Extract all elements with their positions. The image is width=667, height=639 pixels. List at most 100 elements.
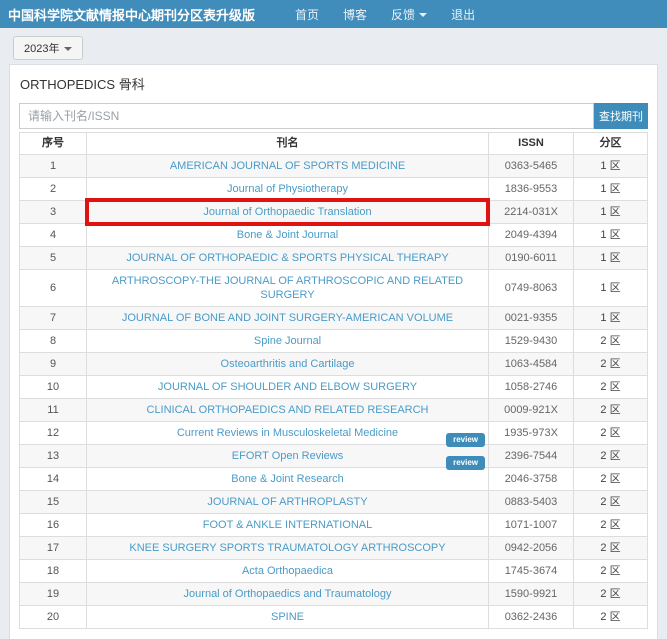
row-index: 16 bbox=[20, 514, 87, 537]
issn-cell: 1071-1007 bbox=[489, 514, 574, 537]
zone-cell: 2 区 bbox=[574, 606, 648, 629]
issn-cell: 1529-9430 bbox=[489, 330, 574, 353]
issn-cell: 0942-2056 bbox=[489, 537, 574, 560]
table-header-row: 序号 刊名 ISSN 分区 bbox=[20, 133, 648, 155]
zone-cell: 1 区 bbox=[574, 224, 648, 247]
chevron-down-icon bbox=[419, 13, 427, 17]
row-index: 4 bbox=[20, 224, 87, 247]
zone-cell: 2 区 bbox=[574, 583, 648, 606]
journal-name-cell: KNEE SURGERY SPORTS TRAUMATOLOGY ARTHROS… bbox=[87, 537, 489, 560]
journal-link[interactable]: Acta Orthopaedica bbox=[242, 565, 333, 577]
table-row: 4 Bone & Joint Journal 2049-43941 区 bbox=[20, 224, 648, 247]
search-input[interactable] bbox=[19, 103, 594, 129]
table-row: 16 FOOT & ANKLE INTERNATIONAL 1071-10072 区 bbox=[20, 514, 648, 537]
row-index: 20 bbox=[20, 606, 87, 629]
table-row: 13EFORT Open Reviewsreview2396-75442 区 bbox=[20, 445, 648, 468]
site-brand: 中国科学院文献情报中心期刊分区表升级版 bbox=[8, 5, 255, 24]
journal-table-body: 1 AMERICAN JOURNAL OF SPORTS MEDICINE 0363… bbox=[20, 155, 648, 629]
journal-name-cell: Acta Orthopaedica bbox=[87, 560, 489, 583]
issn-cell: 2049-4394 bbox=[489, 224, 574, 247]
issn-cell: 0190-6011 bbox=[489, 247, 574, 270]
row-index: 13 bbox=[20, 445, 87, 468]
zone-cell: 2 区 bbox=[574, 468, 648, 491]
journal-name-cell: Journal of Physiotherapy bbox=[87, 178, 489, 201]
nav-item-blog-label: 博客 bbox=[343, 8, 367, 22]
search-button[interactable]: 查找期刊 bbox=[594, 103, 648, 129]
journal-link[interactable]: JOURNAL OF ARTHROPLASTY bbox=[207, 496, 367, 508]
page-title: ORTHOPEDICS 骨科 bbox=[10, 65, 657, 100]
journal-link[interactable]: JOURNAL OF SHOULDER AND ELBOW SURGERY bbox=[158, 381, 417, 393]
zone-cell: 2 区 bbox=[574, 422, 648, 445]
row-index: 14 bbox=[20, 468, 87, 491]
journal-link[interactable]: SPINE bbox=[271, 611, 304, 623]
table-row: 15JOURNAL OF ARTHROPLASTY0883-54032 区 bbox=[20, 491, 648, 514]
journal-link[interactable]: Bone & Joint Journal bbox=[237, 229, 339, 241]
zone-cell: 1 区 bbox=[574, 201, 648, 224]
journal-name-cell: Spine Journal bbox=[87, 330, 489, 353]
journal-link[interactable]: EFORT Open Reviews bbox=[232, 450, 343, 462]
journal-link[interactable]: Journal of Orthopaedics and Traumatology bbox=[184, 588, 392, 600]
issn-cell: 2396-7544 bbox=[489, 445, 574, 468]
issn-cell: 1590-9921 bbox=[489, 583, 574, 606]
column-header-issn: ISSN bbox=[489, 133, 574, 155]
journal-link[interactable]: JOURNAL OF BONE AND JOINT SURGERY-AMERIC… bbox=[122, 312, 453, 324]
journal-link[interactable]: Bone & Joint Research bbox=[231, 473, 344, 485]
zone-cell: 1 区 bbox=[574, 307, 648, 330]
journal-name-cell: EFORT Open Reviewsreview bbox=[87, 445, 489, 468]
row-index: 9 bbox=[20, 353, 87, 376]
journal-link[interactable]: KNEE SURGERY SPORTS TRAUMATOLOGY ARTHROS… bbox=[129, 542, 445, 554]
column-header-journal: 刊名 bbox=[87, 133, 489, 155]
zone-cell: 2 区 bbox=[574, 399, 648, 422]
issn-cell: 1935-973X bbox=[489, 422, 574, 445]
journal-link[interactable]: JOURNAL OF ORTHOPAEDIC & SPORTS PHYSICAL… bbox=[126, 252, 448, 264]
journal-name-cell: Osteoarthritis and Cartilage bbox=[87, 353, 489, 376]
review-badge: review bbox=[446, 433, 485, 447]
zone-cell: 2 区 bbox=[574, 560, 648, 583]
row-index: 18 bbox=[20, 560, 87, 583]
journal-link[interactable]: Spine Journal bbox=[254, 335, 321, 347]
nav-item-logout[interactable]: 退出 bbox=[451, 6, 475, 23]
row-index: 17 bbox=[20, 537, 87, 560]
issn-cell: 0009-921X bbox=[489, 399, 574, 422]
table-row: 18Acta Orthopaedica1745-36742 区 bbox=[20, 560, 648, 583]
year-dropdown-label: 2023年 bbox=[24, 43, 59, 55]
nav-links: 首页 博客 反馈 退出 bbox=[271, 6, 475, 23]
nav-item-logout-label: 退出 bbox=[451, 8, 475, 22]
journal-link[interactable]: FOOT & ANKLE INTERNATIONAL bbox=[203, 519, 373, 531]
journal-name-cell: ARTHROSCOPY-THE JOURNAL OF ARTHROSCOPIC … bbox=[87, 270, 489, 307]
nav-item-home-label: 首页 bbox=[295, 8, 319, 22]
journal-link[interactable]: Current Reviews in Musculoskeletal Medic… bbox=[177, 427, 398, 439]
row-index: 10 bbox=[20, 376, 87, 399]
issn-cell: 0362-2436 bbox=[489, 606, 574, 629]
nav-item-home[interactable]: 首页 bbox=[295, 6, 319, 23]
table-row: 1 AMERICAN JOURNAL OF SPORTS MEDICINE 0363… bbox=[20, 155, 648, 178]
row-index: 3 bbox=[20, 201, 87, 224]
year-toolbar: 2023年 bbox=[0, 28, 667, 64]
zone-cell: 2 区 bbox=[574, 514, 648, 537]
nav-item-blog[interactable]: 博客 bbox=[343, 6, 367, 23]
journal-name-cell: JOURNAL OF BONE AND JOINT SURGERY-AMERIC… bbox=[87, 307, 489, 330]
nav-item-feedback[interactable]: 反馈 bbox=[391, 6, 427, 23]
row-index: 5 bbox=[20, 247, 87, 270]
journal-name-cell: JOURNAL OF ARTHROPLASTY bbox=[87, 491, 489, 514]
journal-link[interactable]: AMERICAN JOURNAL OF SPORTS MEDICINE bbox=[170, 160, 405, 172]
issn-cell: 1058-2746 bbox=[489, 376, 574, 399]
journal-link[interactable]: Osteoarthritis and Cartilage bbox=[221, 358, 355, 370]
year-dropdown-button[interactable]: 2023年 bbox=[13, 36, 83, 60]
zone-cell: 1 区 bbox=[574, 155, 648, 178]
issn-cell: 0363-5465 bbox=[489, 155, 574, 178]
journal-name-cell: SPINE bbox=[87, 606, 489, 629]
table-row: 2Journal of Physiotherapy1836-95531 区 bbox=[20, 178, 648, 201]
zone-cell: 2 区 bbox=[574, 537, 648, 560]
journal-link[interactable]: CLINICAL ORTHOPAEDICS AND RELATED RESEAR… bbox=[147, 404, 429, 416]
journal-name-cell: AMERICAN JOURNAL OF SPORTS MEDICINE bbox=[87, 155, 489, 178]
journal-link[interactable]: ARTHROSCOPY-THE JOURNAL OF ARTHROSCOPIC … bbox=[112, 275, 463, 301]
journal-name-cell: Current Reviews in Musculoskeletal Medic… bbox=[87, 422, 489, 445]
journal-name-cell: Bone & Joint Research bbox=[87, 468, 489, 491]
table-row: 10 JOURNAL OF SHOULDER AND ELBOW SURGERY 1… bbox=[20, 376, 648, 399]
zone-cell: 2 区 bbox=[574, 330, 648, 353]
row-index: 8 bbox=[20, 330, 87, 353]
journal-link[interactable]: Journal of Orthopaedic Translation bbox=[203, 206, 371, 218]
row-index: 1 bbox=[20, 155, 87, 178]
journal-link[interactable]: Journal of Physiotherapy bbox=[227, 183, 348, 195]
